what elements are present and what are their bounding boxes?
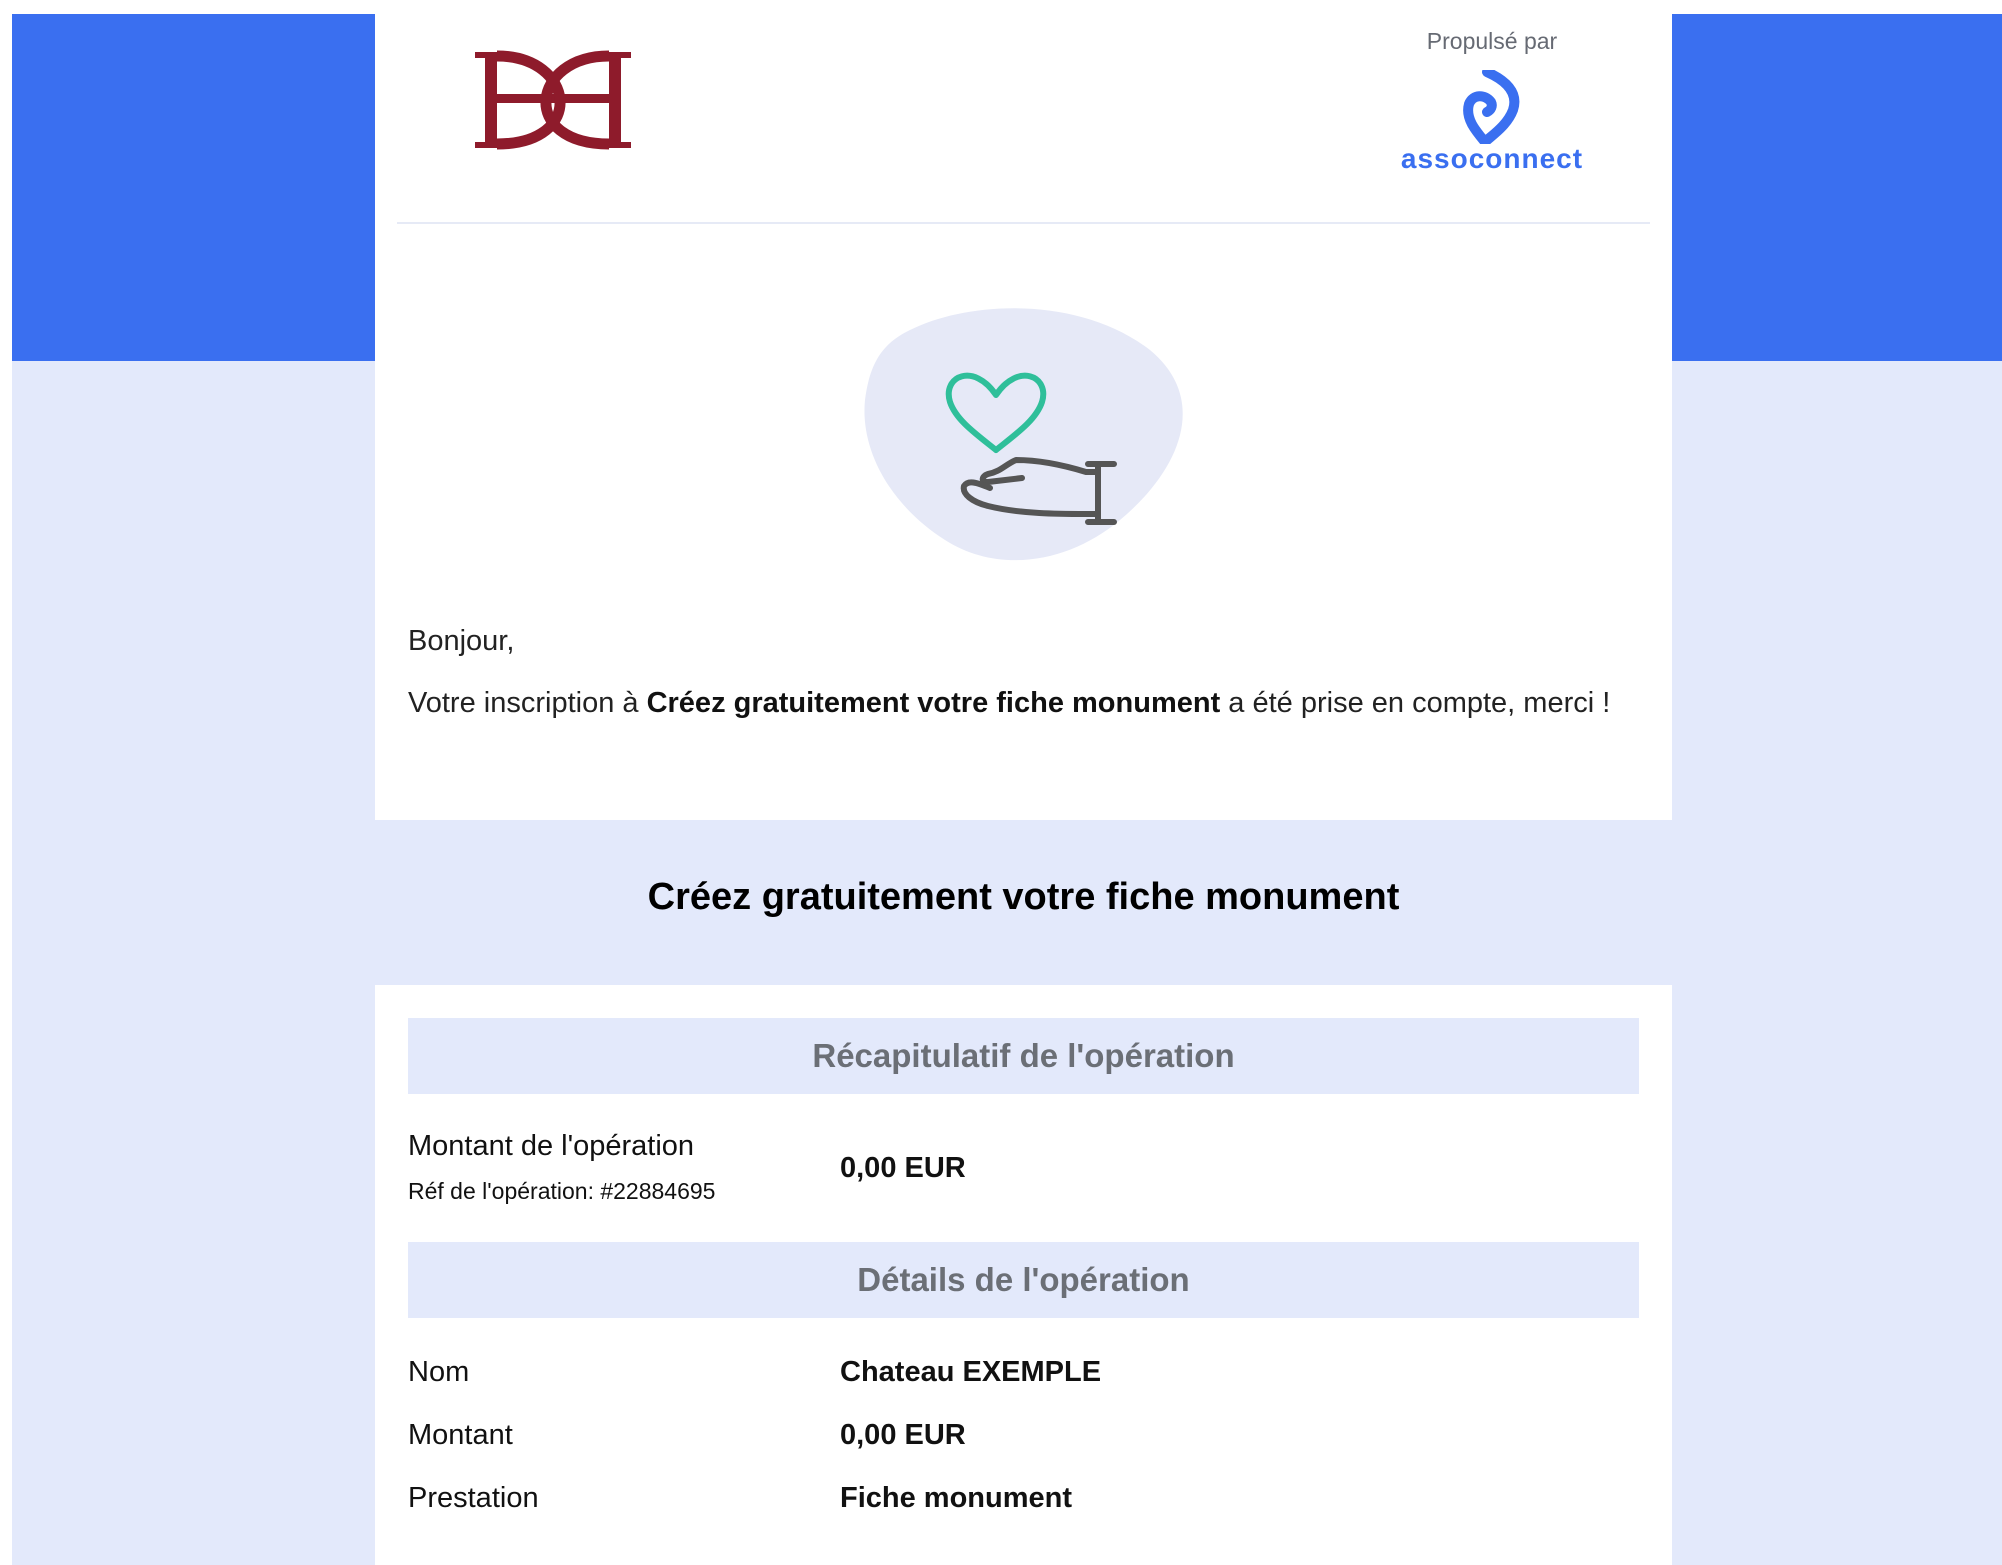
details-heading: Détails de l'opération <box>408 1242 1639 1318</box>
header-divider <box>397 222 1650 224</box>
confirmation-message: Votre inscription à Créez gratuitement v… <box>408 683 1648 724</box>
reference-label: Réf de l'opération: #22884695 <box>408 1178 716 1204</box>
amount-label: Montant de l'opération <box>408 1130 695 1162</box>
powered-by-label: Propulsé par <box>1426 28 1558 54</box>
details-amount-label: Montant <box>408 1419 513 1451</box>
message-suffix: a été prise en compte, merci ! <box>1220 687 1611 719</box>
recap-heading: Récapitulatif de l'opération <box>408 1018 1639 1094</box>
greeting-text: Bonjour, <box>408 625 515 657</box>
event-name: Créez gratuitement votre fiche monument <box>646 687 1221 719</box>
amount-value: 0,00 EUR <box>840 1152 966 1184</box>
details-name-value: Chateau EXEMPLE <box>840 1356 1102 1388</box>
details-service-label: Prestation <box>408 1482 539 1514</box>
email-page: Propulsé par assoconnect Bonjour, Votre … <box>0 0 2002 1565</box>
organization-logo <box>475 50 631 150</box>
message-prefix: Votre inscription à <box>408 687 647 719</box>
details-service-value: Fiche monument <box>840 1482 1073 1514</box>
assoconnect-brand-name: assoconnect <box>1400 143 1584 174</box>
details-name-label: Nom <box>408 1356 470 1388</box>
assoconnect-logo-icon <box>1463 70 1520 144</box>
heart-in-hand-icon <box>864 308 1183 561</box>
details-amount-value: 0,00 EUR <box>840 1419 966 1451</box>
event-title: Créez gratuitement votre fiche monument <box>647 876 1400 918</box>
